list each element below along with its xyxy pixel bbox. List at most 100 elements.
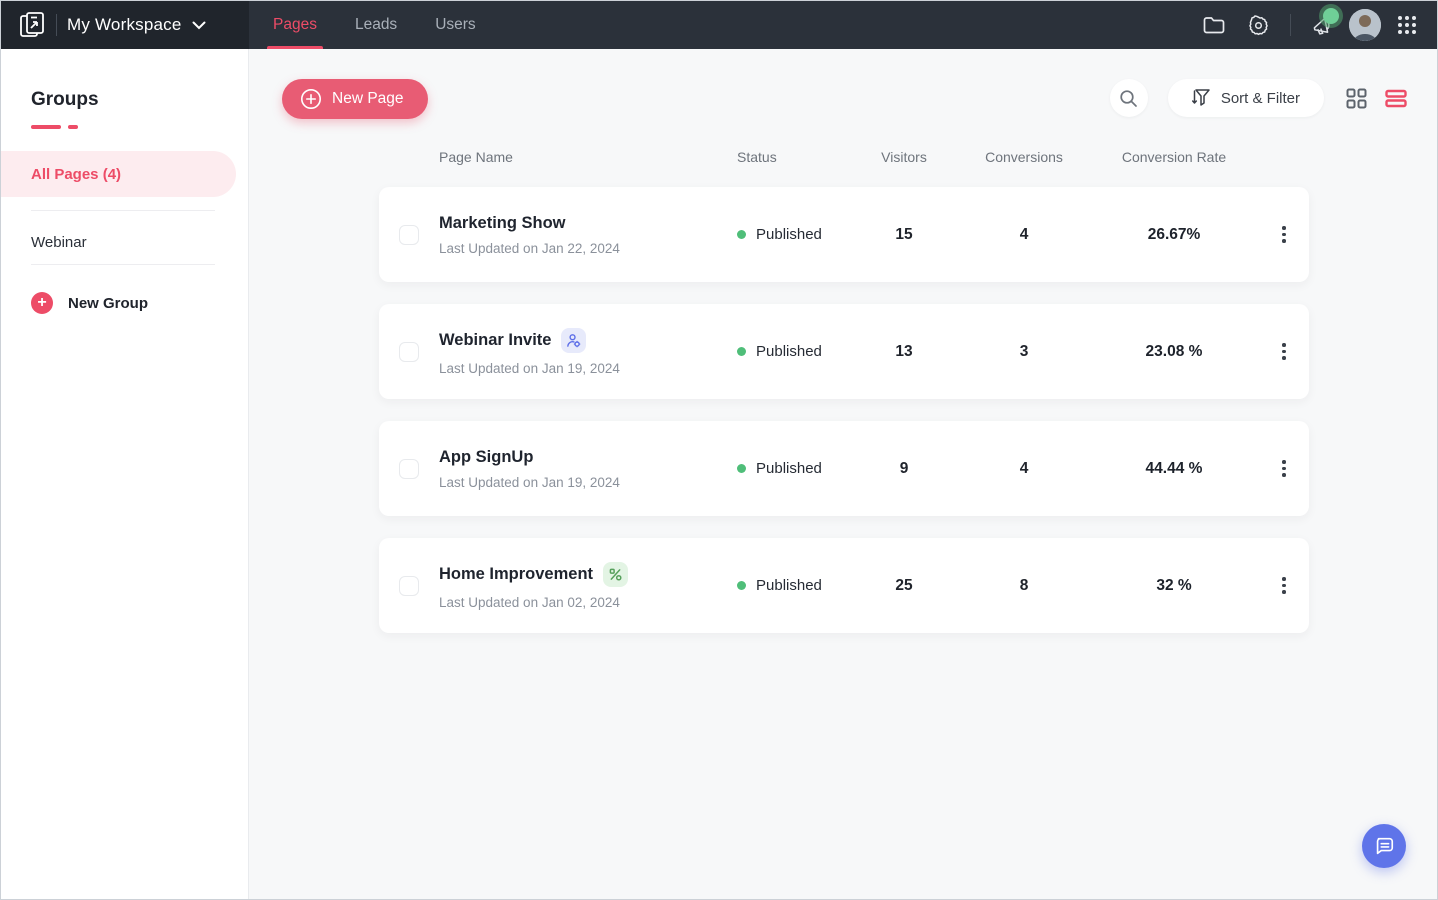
plus-circle-icon (301, 89, 321, 109)
search-button[interactable] (1109, 79, 1148, 117)
tab-pages[interactable]: Pages (267, 1, 323, 49)
list-view-button[interactable] (1385, 89, 1407, 108)
page-row: Marketing Show Last Updated on Jan 22, 2… (379, 187, 1309, 282)
header-conversions: Conversions (985, 149, 1063, 165)
workspace-name: My Workspace (67, 15, 182, 34)
new-group-button[interactable]: + New Group (31, 292, 248, 314)
header-status: Status (737, 149, 777, 165)
page-name-cell: Webinar Invite Last Updated on Jan 19, 2… (439, 327, 709, 376)
row-checkbox[interactable] (399, 458, 419, 479)
pages-list: Marketing Show Last Updated on Jan 22, 2… (379, 187, 1309, 633)
conversions-value: 3 (1019, 342, 1029, 360)
tab-leads[interactable]: Leads (355, 1, 397, 49)
row-menu-kebab-icon[interactable] (1276, 220, 1292, 249)
notification-badge (1323, 8, 1339, 24)
topbar-left: My Workspace (1, 1, 249, 49)
status-cell: Published (709, 460, 849, 477)
filter-funnel-icon (1191, 89, 1210, 106)
topbar-divider (56, 14, 57, 36)
conversion-rate-value: 26.67% (1147, 225, 1201, 243)
view-toggle (1346, 88, 1407, 109)
visitors-value: 25 (895, 576, 913, 594)
visitors-value: 15 (895, 225, 913, 243)
status-badge: Published (756, 226, 822, 243)
status-dot-icon (737, 581, 746, 590)
header-visitors: Visitors (881, 149, 927, 165)
page-title: Webinar Invite (439, 330, 552, 349)
conversion-rate-value: 44.44 % (1145, 459, 1203, 477)
topbar-right: Pages Leads Users (249, 1, 1437, 49)
row-menu-kebab-icon[interactable] (1276, 454, 1292, 483)
page-title: Marketing Show (439, 213, 566, 232)
announcement-megaphone-icon[interactable] (1305, 7, 1341, 43)
row-menu-kebab-icon[interactable] (1276, 337, 1292, 366)
tab-users[interactable]: Users (435, 1, 475, 49)
status-badge: Published (756, 343, 822, 360)
groups-title-underline (31, 125, 248, 129)
last-updated: Last Updated on Jan 19, 2024 (439, 360, 620, 376)
sidebar-item-all-pages[interactable]: All Pages (4) (1, 151, 236, 197)
main-content: New Page Sort & Filter Page Name Status … (250, 49, 1437, 899)
status-badge: Published (756, 577, 822, 594)
row-checkbox[interactable] (399, 224, 419, 245)
row-checkbox[interactable] (399, 575, 419, 596)
sidebar-item-webinar[interactable]: Webinar (1, 234, 248, 251)
topbar-icons (1196, 7, 1437, 43)
visitors-value: 9 (899, 459, 909, 477)
workspace-switcher[interactable]: My Workspace (67, 15, 206, 35)
page-name-cell: App SignUp Last Updated on Jan 19, 2024 (439, 448, 709, 490)
header-page-name: Page Name (439, 149, 513, 165)
status-dot-icon (737, 347, 746, 356)
chat-widget-button[interactable] (1362, 824, 1406, 868)
sidebar-item-label: All Pages (4) (31, 165, 122, 183)
page-name-cell: Marketing Show Last Updated on Jan 22, 2… (439, 214, 709, 256)
settings-gear-icon[interactable] (1240, 7, 1276, 43)
status-cell: Published (709, 577, 849, 594)
conversions-value: 4 (1019, 225, 1029, 243)
app-screen: My Workspace Pages Leads Users Groups Al… (0, 0, 1438, 900)
chevron-down-icon (192, 21, 206, 29)
groups-title: Groups (31, 89, 99, 110)
sort-filter-button[interactable]: Sort & Filter (1167, 79, 1324, 117)
visitors-value: 13 (895, 342, 913, 360)
percent-badge-icon (603, 561, 629, 587)
conversion-rate-value: 23.08 % (1145, 342, 1203, 360)
topbar: My Workspace Pages Leads Users (1, 1, 1437, 49)
table-header: Page Name Status Visitors Conversions Co… (379, 149, 1309, 165)
status-dot-icon (737, 230, 746, 239)
grid-view-button[interactable] (1346, 88, 1367, 109)
status-dot-icon (737, 464, 746, 473)
status-badge: Published (756, 460, 822, 477)
last-updated: Last Updated on Jan 02, 2024 (439, 594, 620, 610)
status-cell: Published (709, 343, 849, 360)
sidebar-divider (31, 264, 215, 265)
page-row: Webinar Invite Last Updated on Jan 19, 2… (379, 304, 1309, 399)
app-logo-icon[interactable] (14, 7, 50, 43)
last-updated: Last Updated on Jan 22, 2024 (439, 240, 620, 256)
row-checkbox[interactable] (399, 341, 419, 362)
new-page-button[interactable]: New Page (282, 79, 428, 119)
new-group-label: New Group (68, 294, 149, 312)
sidebar: Groups All Pages (4) Webinar + New Group (1, 49, 249, 899)
topbar-icons-divider (1290, 14, 1291, 36)
user-avatar[interactable] (1349, 9, 1381, 41)
folder-icon[interactable] (1196, 7, 1232, 43)
main-tabs: Pages Leads Users (267, 1, 476, 49)
header-conversion-rate: Conversion Rate (1121, 149, 1227, 165)
user-settings-badge-icon (561, 327, 587, 353)
last-updated: Last Updated on Jan 19, 2024 (439, 474, 620, 490)
status-cell: Published (709, 226, 849, 243)
conversions-value: 8 (1019, 576, 1029, 594)
search-icon (1120, 89, 1138, 107)
conversions-value: 4 (1019, 459, 1029, 477)
apps-grid-icon[interactable] (1389, 7, 1425, 43)
page-name-cell: Home Improvement Last Updated on Jan 02,… (439, 561, 709, 610)
list-view-icon (1385, 89, 1407, 107)
grid-view-icon (1346, 88, 1367, 108)
page-title: Home Improvement (439, 564, 594, 583)
conversion-rate-value: 32 % (1156, 576, 1192, 594)
sidebar-divider (31, 210, 215, 211)
chat-bubble-icon (1376, 837, 1394, 855)
page-row: App SignUp Last Updated on Jan 19, 2024 … (379, 421, 1309, 516)
row-menu-kebab-icon[interactable] (1276, 571, 1292, 600)
